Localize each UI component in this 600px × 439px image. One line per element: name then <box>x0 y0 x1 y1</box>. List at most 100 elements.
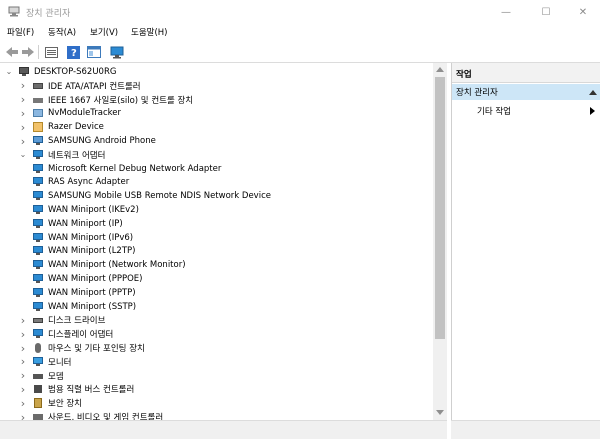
help-icon: ? <box>66 45 80 59</box>
network-adapter-icon <box>32 274 44 284</box>
chevron-right-icon[interactable]: › <box>18 397 28 410</box>
close-icon: ✕ <box>578 6 588 18</box>
tree-item-label: 보안 장치 <box>48 399 82 410</box>
tree-category-item[interactable]: › 마우스 및 기타 포인팅 장치 <box>18 341 145 355</box>
chevron-right-icon[interactable]: › <box>18 328 28 341</box>
chevron-right-icon[interactable]: › <box>18 342 28 355</box>
forward-icon <box>22 47 34 57</box>
tree-item-label: 모니터 <box>48 357 72 368</box>
menu-view[interactable]: 보기(V) <box>90 26 118 38</box>
scroll-up-icon[interactable] <box>436 67 444 72</box>
network-adapter-icon <box>32 287 44 298</box>
menu-action[interactable]: 동작(A) <box>48 26 76 38</box>
monitor-icon <box>32 356 44 367</box>
silo-icon <box>32 95 44 105</box>
tree-device-item[interactable]: WAN Miniport (PPPOE) <box>32 272 142 286</box>
scroll-down-icon[interactable] <box>436 410 444 415</box>
display-icon <box>32 329 44 339</box>
tree-category-item[interactable]: › 사운드, 비디오 및 게임 컨트롤러 <box>18 410 163 420</box>
forward-button[interactable] <box>21 45 35 59</box>
tree-device-item[interactable]: WAN Miniport (IKEv2) <box>32 203 139 217</box>
chevron-right-icon[interactable]: › <box>18 369 28 382</box>
action-pane: 작업 장치 관리자 기타 작업 <box>451 63 600 439</box>
tree-category-item[interactable]: › 보안 장치 <box>18 396 82 410</box>
tree-category-item[interactable]: › IEEE 1667 사일로(silo) 및 컨트롤 장치 <box>18 93 193 107</box>
tree-category-item[interactable]: › 모뎀 <box>18 369 64 383</box>
tree-category-item[interactable]: › IDE ATA/ATAPI 컨트롤러 <box>18 79 141 93</box>
tree-category-item[interactable]: › 범용 직렬 버스 컨트롤러 <box>18 383 135 397</box>
tree-device-item[interactable]: WAN Miniport (Network Monitor) <box>32 258 186 272</box>
action-more-actions[interactable]: 기타 작업 <box>452 103 600 118</box>
menu-help[interactable]: 도움말(H) <box>131 26 167 38</box>
chevron-right-icon[interactable]: › <box>18 93 28 106</box>
action-section-label: 장치 관리자 <box>456 88 498 98</box>
action-pane-header: 작업 <box>452 63 600 83</box>
device-icon <box>32 108 44 118</box>
minimize-button[interactable]: — <box>486 0 526 24</box>
tree-category-item[interactable]: › NvModuleTracker <box>18 107 121 121</box>
phone-icon <box>32 136 44 146</box>
tree-category-item[interactable]: › 디스크 드라이브 <box>18 314 106 328</box>
tree-device-item[interactable]: Microsoft Kernel Debug Network Adapter <box>32 162 221 176</box>
chevron-right-icon[interactable]: › <box>18 121 28 134</box>
scan-hardware-button[interactable] <box>110 45 124 59</box>
scroll-thumb[interactable] <box>435 77 445 339</box>
status-bar-left <box>0 420 447 439</box>
tree-item-label: 사운드, 비디오 및 게임 컨트롤러 <box>48 413 164 420</box>
menu-file[interactable]: 파일(F) <box>7 26 34 38</box>
view-button[interactable] <box>87 45 101 59</box>
status-bar-right <box>451 420 600 439</box>
tree-category-item[interactable]: › 모니터 <box>18 355 72 369</box>
tree-device-item[interactable]: SAMSUNG Mobile USB Remote NDIS Network D… <box>32 189 271 203</box>
back-button[interactable] <box>5 45 19 59</box>
tree-device-item[interactable]: WAN Miniport (SSTP) <box>32 300 136 314</box>
tree-device-item[interactable]: WAN Miniport (PPTP) <box>32 286 136 300</box>
tree-category-item[interactable]: ⌄ 네트워크 어댑터 <box>18 148 105 162</box>
collapse-icon[interactable] <box>589 89 597 95</box>
maximize-button[interactable]: ☐ <box>526 0 566 24</box>
mouse-icon <box>32 343 44 354</box>
tree-category-item[interactable]: › Razer Device <box>18 120 104 134</box>
security-icon <box>32 398 44 409</box>
tree-item-label: 모뎀 <box>48 371 64 382</box>
tree-item-label: IEEE 1667 사일로(silo) 및 컨트롤 장치 <box>48 95 194 106</box>
modem-icon <box>32 371 44 381</box>
tree-root[interactable]: ⌄ DESKTOP-S62U0RG <box>4 65 116 79</box>
tree-device-item[interactable]: WAN Miniport (IPv6) <box>32 231 133 245</box>
window-title: 장치 관리자 <box>26 9 71 19</box>
tree-device-item[interactable]: RAS Async Adapter <box>32 176 129 190</box>
vertical-scrollbar[interactable] <box>433 63 447 420</box>
chevron-right-icon[interactable]: › <box>18 107 28 120</box>
properties-button[interactable] <box>44 45 58 59</box>
chevron-down-icon[interactable]: ⌄ <box>4 67 14 77</box>
tree-device-item[interactable]: WAN Miniport (IP) <box>32 217 123 231</box>
disk-icon <box>32 315 44 325</box>
device-tree[interactable]: ⌄ DESKTOP-S62U0RG › IDE ATA/ATAPI 컨트롤러 › IE… <box>0 63 447 420</box>
chevron-right-icon[interactable]: › <box>18 135 28 148</box>
tree-category-item[interactable]: › SAMSUNG Android Phone <box>18 134 156 148</box>
submenu-arrow-icon <box>590 106 595 115</box>
chevron-down-icon[interactable]: ⌄ <box>18 150 28 160</box>
tree-item-label: SAMSUNG Android Phone <box>48 136 156 147</box>
tree-category-item[interactable]: › 디스플레이 어댑터 <box>18 327 113 341</box>
toolbar: ? <box>0 41 600 63</box>
tree-device-item[interactable]: WAN Miniport (L2TP) <box>32 245 135 259</box>
action-section-device-manager[interactable]: 장치 관리자 <box>452 84 600 100</box>
close-button[interactable]: ✕ <box>563 0 600 24</box>
chevron-right-icon[interactable]: › <box>18 79 28 92</box>
razer-icon <box>32 122 44 133</box>
chevron-right-icon[interactable]: › <box>18 411 28 420</box>
tree-item-label: WAN Miniport (PPTP) <box>48 287 136 298</box>
network-adapter-icon <box>32 301 44 312</box>
help-button[interactable]: ? <box>66 45 80 59</box>
tree-item-label: 디스플레이 어댑터 <box>48 330 114 341</box>
chevron-right-icon[interactable]: › <box>18 314 28 327</box>
chevron-right-icon[interactable]: › <box>18 355 28 368</box>
toolbar-separator <box>38 45 39 59</box>
ide-controller-icon <box>32 81 44 91</box>
monitor-icon <box>110 46 124 58</box>
menu-bar: 파일(F) 동작(A) 보기(V) 도움말(H) <box>0 24 600 41</box>
tree-item-label: Razer Device <box>48 122 104 133</box>
tree-item-label: NvModuleTracker <box>48 108 121 119</box>
chevron-right-icon[interactable]: › <box>18 383 28 396</box>
